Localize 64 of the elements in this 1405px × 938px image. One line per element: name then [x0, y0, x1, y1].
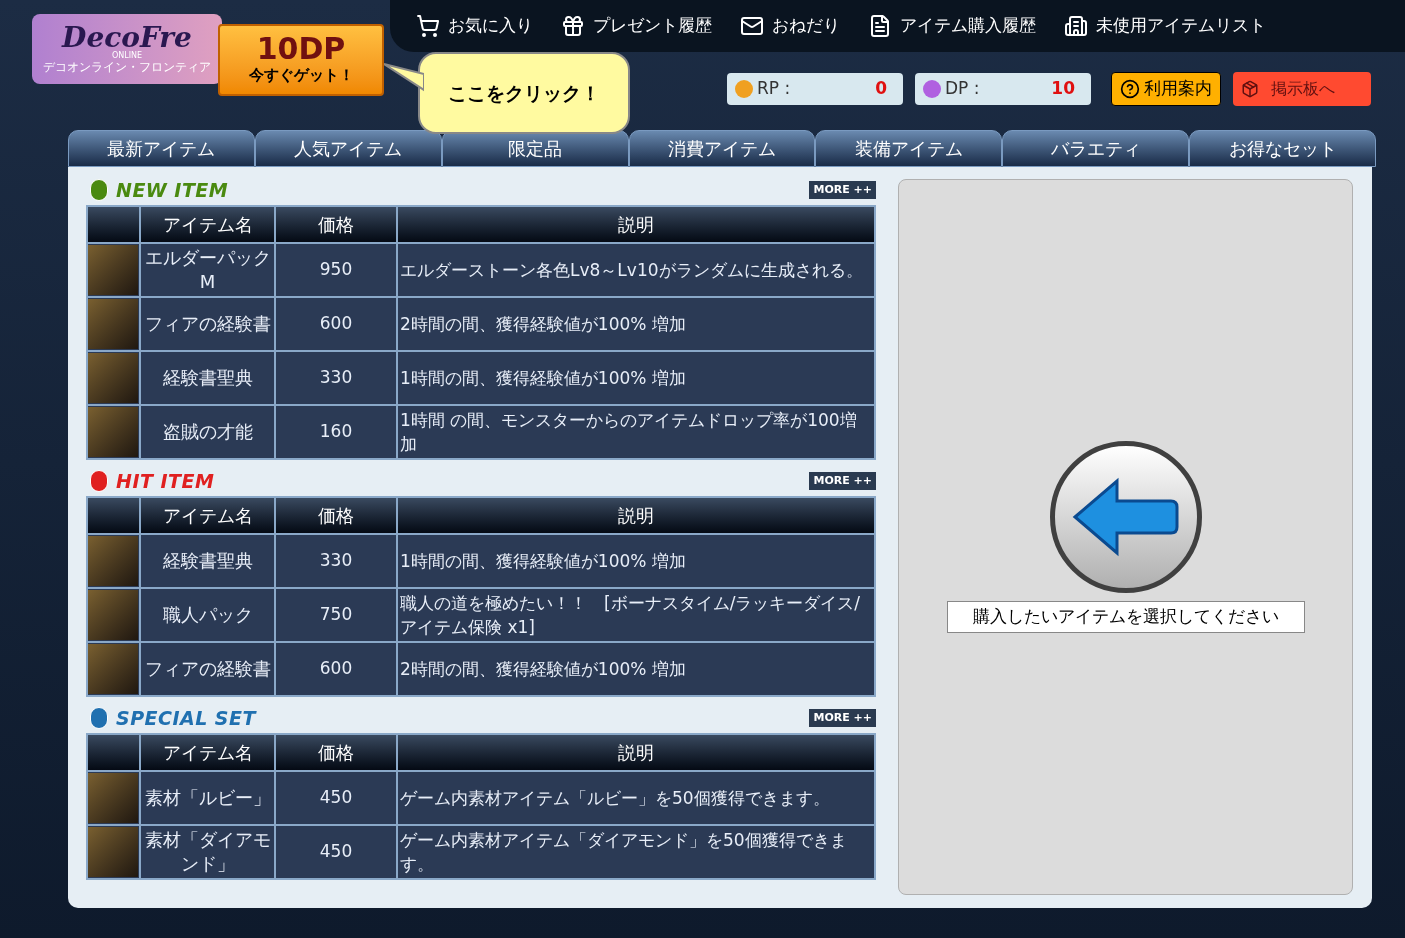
nav-link[interactable]: おねだり	[740, 13, 840, 39]
column-header: 価格	[275, 206, 397, 243]
item-price: 160	[275, 405, 397, 459]
logo-title: DecoFre	[62, 23, 192, 52]
callout-text: ここをクリック！	[448, 80, 600, 106]
column-header: 説明	[397, 734, 875, 771]
item-price: 600	[275, 642, 397, 696]
selection-message: 購入したいアイテムを選択してください	[946, 601, 1305, 633]
help-button[interactable]: 利用案内	[1111, 72, 1221, 106]
points-value: 10	[1051, 77, 1076, 101]
points-label: DP :	[945, 77, 980, 101]
mail-icon	[740, 14, 764, 38]
nav-link[interactable]: アイテム購入履歴	[868, 13, 1036, 39]
item-image-placeholder	[88, 407, 138, 457]
item-price: 450	[275, 825, 397, 879]
category-tab[interactable]: お得なセット	[1189, 130, 1376, 167]
column-header: 説明	[397, 206, 875, 243]
item-description: 2時間の間、獲得経験値が100% 増加	[397, 642, 875, 696]
category-tab[interactable]: 消費アイテム	[628, 130, 816, 167]
category-tab[interactable]: 装備アイテム	[815, 130, 1003, 167]
section-title: NEW ITEM	[116, 177, 229, 203]
section-title: SPECIAL SET	[116, 705, 256, 731]
category-tab[interactable]: バラエティ	[1002, 130, 1190, 167]
section-title: HIT ITEM	[116, 468, 215, 494]
help-icon	[1120, 79, 1140, 99]
board-button[interactable]: 掲示板へ	[1233, 72, 1371, 106]
item-name: 盗賊の才能	[140, 405, 275, 459]
item-image-placeholder	[88, 644, 138, 694]
item-name: フィアの経験書	[140, 642, 275, 696]
item-image-placeholder	[88, 590, 138, 640]
column-header: アイテム名	[140, 206, 275, 243]
column-header: 説明	[397, 497, 875, 534]
column-header: 価格	[275, 734, 397, 771]
item-image-placeholder	[88, 827, 138, 877]
nav-link[interactable]: 未使用アイテムリスト	[1064, 13, 1266, 39]
column-header: 価格	[275, 497, 397, 534]
item-image-placeholder	[88, 773, 138, 823]
column-header: アイテム名	[140, 497, 275, 534]
column-header: アイテム名	[140, 734, 275, 771]
nav-link[interactable]: お気に入り	[416, 13, 533, 39]
item-image-placeholder	[88, 299, 138, 349]
logo-subtitle: ONLINE	[111, 51, 143, 60]
cart-icon	[416, 14, 440, 38]
item-description: 1時間 の間、モンスターからのアイテムドロップ率が100増加	[397, 405, 875, 459]
promo-amount: 10DP	[256, 33, 346, 64]
gift-icon	[561, 14, 585, 38]
document-icon	[868, 14, 892, 38]
more-button[interactable]: MORE ++	[809, 181, 876, 199]
left-arrow-icon	[1070, 477, 1181, 557]
points-value: 0	[875, 77, 888, 101]
promo-button[interactable]: 10DP 今すぐゲット！	[218, 24, 384, 96]
promo-label: 今すぐゲット！	[248, 64, 354, 86]
item-name: 素材「ダイアモンド」	[140, 825, 275, 879]
more-button[interactable]: MORE ++	[809, 709, 876, 727]
logo-caption: デコオンライン・フロンティア	[43, 59, 211, 75]
item-description: ゲーム内素材アイテム「ダイアモンド」を50個獲得できます。	[397, 825, 875, 879]
more-button[interactable]: MORE ++	[809, 472, 876, 490]
category-tab[interactable]: 最新アイテム	[68, 130, 255, 167]
nav-link[interactable]: プレゼント履歴	[561, 13, 712, 39]
item-image-placeholder	[88, 536, 138, 586]
item-image-placeholder	[88, 245, 138, 295]
item-image-placeholder	[88, 353, 138, 403]
points-label: RP :	[757, 77, 791, 101]
category-tab[interactable]: 人気アイテム	[254, 130, 442, 167]
